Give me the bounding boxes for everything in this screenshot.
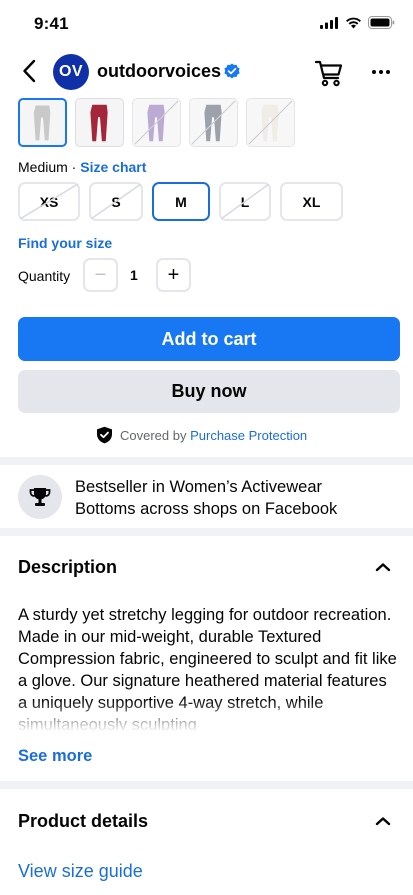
cart-icon — [314, 60, 343, 87]
section-divider — [0, 457, 413, 465]
variant-thumbnail[interactable] — [75, 98, 124, 147]
bestseller-badge — [18, 475, 62, 519]
variant-thumbnail[interactable] — [18, 98, 67, 147]
quantity-decrease-button[interactable]: − — [83, 258, 118, 292]
more-button[interactable] — [367, 60, 395, 84]
verified-icon — [224, 63, 240, 79]
variant-thumbnail[interactable] — [246, 98, 295, 147]
shop-avatar[interactable]: OV — [53, 54, 89, 90]
quantity-label: Quantity — [18, 268, 71, 284]
size-option-label: XL — [302, 193, 321, 210]
size-options: XS S M L XL — [18, 182, 343, 221]
buy-now-button[interactable]: Buy now — [18, 370, 400, 413]
variant-thumbnail[interactable] — [189, 98, 238, 147]
find-your-size-link[interactable]: Find your size — [18, 235, 112, 251]
size-option-label: M — [175, 193, 187, 210]
minus-icon: − — [94, 263, 107, 286]
size-option[interactable]: M — [152, 182, 210, 221]
bestseller-line: Bottoms across shops on Facebook — [75, 500, 338, 518]
bestseller-text: Bestseller in Women’s Activewear Bottoms… — [75, 476, 395, 520]
purchase-protection: Covered by Purchase Protection — [96, 426, 307, 444]
variant-thumbnail[interactable] — [132, 98, 181, 147]
quantity-value: 1 — [130, 267, 138, 283]
legging-image — [33, 105, 51, 141]
status-icons — [320, 16, 395, 29]
legging-shape — [33, 105, 51, 141]
status-bar: 9:41 — [0, 0, 413, 46]
plus-icon: + — [167, 263, 180, 286]
description-text: A sturdy yet stretchy legging for outdoo… — [18, 604, 398, 732]
quantity-increase-button[interactable]: + — [156, 258, 191, 292]
legging-image — [134, 100, 179, 145]
unavailable-slash — [221, 184, 269, 219]
description-collapse-chevron-up-icon[interactable] — [373, 560, 393, 574]
see-more-link[interactable]: See more — [18, 747, 92, 766]
size-label: Medium · Size chart — [18, 159, 146, 175]
view-size-guide-link[interactable]: View size guide — [18, 861, 143, 882]
more-icon-dot — [379, 70, 383, 74]
back-arrow-icon — [23, 59, 36, 83]
more-icon-dot — [386, 70, 390, 74]
signal-icon — [320, 16, 338, 29]
description-title: Description — [18, 557, 118, 577]
unavailable-slash — [91, 184, 141, 219]
variant-thumbnails — [18, 98, 295, 148]
size-label-separator: · — [67, 159, 81, 175]
selected-size-label: Medium — [18, 159, 68, 175]
section-divider — [0, 781, 413, 789]
cart-button[interactable] — [313, 58, 345, 88]
back-button[interactable] — [14, 56, 44, 86]
product-details-collapse-chevron-up-icon[interactable] — [373, 814, 393, 828]
legging-image — [248, 100, 293, 145]
header: OV outdoorvoices — [0, 46, 413, 98]
legging-image — [191, 100, 236, 145]
product-details-title: Product details — [18, 811, 149, 831]
section-divider — [0, 528, 413, 536]
wifi-icon — [346, 17, 361, 28]
more-icon-dot — [372, 70, 376, 74]
legging-image — [90, 104, 108, 142]
bestseller-line: Bestseller in Women’s Activewear — [75, 478, 322, 496]
shop-name[interactable]: outdoorvoices — [97, 61, 221, 82]
battery-icon — [368, 16, 395, 29]
status-time: 9:41 — [34, 14, 69, 33]
protection-text: Covered by — [120, 427, 191, 443]
legging-shape — [90, 104, 108, 142]
purchase-protection-link[interactable]: Purchase Protection — [190, 428, 307, 443]
size-option[interactable]: XL — [280, 182, 343, 221]
size-option[interactable]: XS — [18, 182, 80, 221]
description-fade — [18, 700, 398, 732]
size-option[interactable]: S — [89, 182, 143, 221]
unavailable-slash — [20, 184, 78, 219]
size-option[interactable]: L — [219, 182, 271, 221]
size-chart-link[interactable]: Size chart — [80, 159, 146, 175]
trophy-icon — [29, 488, 51, 506]
add-to-cart-button[interactable]: Add to cart — [18, 317, 400, 361]
shield-check-icon — [97, 426, 112, 444]
